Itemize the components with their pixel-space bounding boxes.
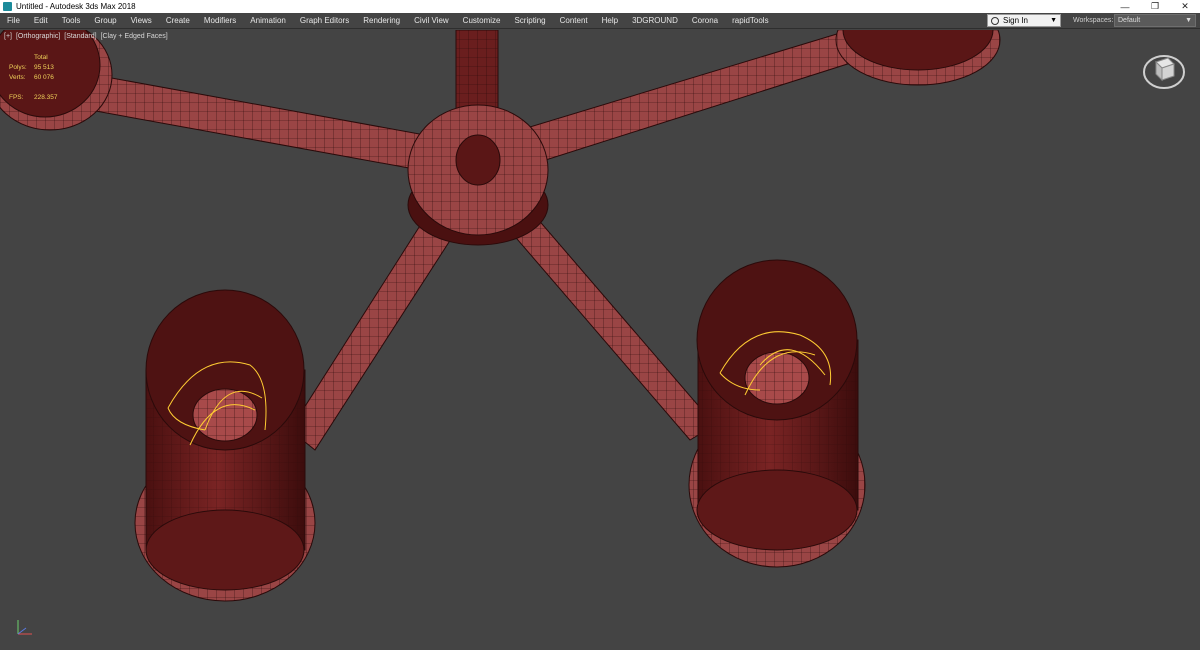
viewport-statistics: Total Polys: 95 513 Verts: 60 076 FPS: 228.…: [9, 53, 58, 103]
stats-total-header: Total: [34, 54, 48, 61]
menu-views[interactable]: Views: [124, 13, 159, 29]
3ds-max-icon: [3, 2, 12, 11]
cup-left: [134, 289, 316, 602]
verts-label: Verts:: [9, 74, 26, 81]
menu-animation[interactable]: Animation: [243, 13, 293, 29]
verts-value: 60 076: [34, 74, 54, 81]
fps-label: FPS:: [9, 94, 24, 101]
center-hub: [407, 104, 549, 246]
polys-value: 95 513: [34, 64, 54, 71]
polys-label: Polys:: [9, 64, 27, 71]
workspace-select[interactable]: Default ▼: [1114, 14, 1196, 27]
sign-in-dropdown[interactable]: Sign In ▼: [987, 14, 1061, 27]
menu-modifiers[interactable]: Modifiers: [197, 13, 243, 29]
menu-rapidtools[interactable]: rapidTools: [725, 13, 775, 29]
viewport-scene: [0, 30, 1001, 602]
workspace-value: Default: [1118, 17, 1141, 24]
menu-customize[interactable]: Customize: [456, 13, 508, 29]
menu-bar: File Edit Tools Group Views Create Modif…: [0, 13, 1200, 29]
menu-edit[interactable]: Edit: [27, 13, 55, 29]
arm-lower-right: [504, 209, 716, 441]
fps-value: 228.357: [34, 94, 58, 101]
menu-tools[interactable]: Tools: [55, 13, 88, 29]
arm-right: [519, 30, 861, 166]
menu-content[interactable]: Content: [553, 13, 595, 29]
workspaces-label: Workspaces:: [1073, 17, 1114, 24]
menu-scripting[interactable]: Scripting: [507, 13, 552, 29]
maximize-button[interactable]: ❐: [1140, 0, 1170, 13]
viewport-label: [+] [Orthographic] [Standard] [Clay + Ed…: [4, 33, 170, 40]
viewport-view-label[interactable]: [Orthographic]: [16, 33, 60, 40]
perspective-viewport[interactable]: [+] [Orthographic] [Standard] [Clay + Ed…: [0, 30, 1200, 650]
chevron-down-icon: ▼: [1050, 17, 1057, 24]
window-title: Untitled - Autodesk 3ds Max 2018: [16, 2, 136, 11]
title-bar: Untitled - Autodesk 3ds Max 2018 — ❐ ✕: [0, 0, 1200, 13]
menu-corona[interactable]: Corona: [685, 13, 725, 29]
stats-verts-row: Verts: 60 076: [9, 73, 58, 83]
arm-lower-left: [289, 209, 461, 451]
cup-right: [688, 259, 866, 568]
stats-fps-row: FPS: 228.357: [9, 93, 58, 103]
axis-tripod-icon: [17, 620, 32, 635]
menu-graph-editors[interactable]: Graph Editors: [293, 13, 356, 29]
menu-3dground[interactable]: 3DGROUND: [625, 13, 685, 29]
viewcube-icon[interactable]: [1142, 48, 1186, 92]
close-button[interactable]: ✕: [1170, 0, 1200, 13]
viewport-shading-standard[interactable]: [Standard]: [64, 33, 96, 40]
minimize-button[interactable]: —: [1110, 0, 1140, 13]
viewport-menu-plus[interactable]: [+]: [4, 33, 12, 40]
menu-group[interactable]: Group: [87, 13, 123, 29]
chevron-down-icon: ▼: [1185, 17, 1192, 24]
menu-rendering[interactable]: Rendering: [356, 13, 407, 29]
stats-header-row: Total: [9, 53, 58, 63]
arm-left: [89, 74, 426, 171]
stats-polys-row: Polys: 95 513: [9, 63, 58, 73]
menu-help[interactable]: Help: [595, 13, 625, 29]
cup-top-right: [835, 30, 1001, 86]
menu-file[interactable]: File: [0, 13, 27, 29]
viewport-display-mode[interactable]: [Clay + Edged Faces]: [101, 33, 168, 40]
menu-civil-view[interactable]: Civil View: [407, 13, 456, 29]
user-icon: [991, 16, 999, 25]
menu-create[interactable]: Create: [159, 13, 197, 29]
sign-in-label: Sign In: [1003, 16, 1028, 25]
